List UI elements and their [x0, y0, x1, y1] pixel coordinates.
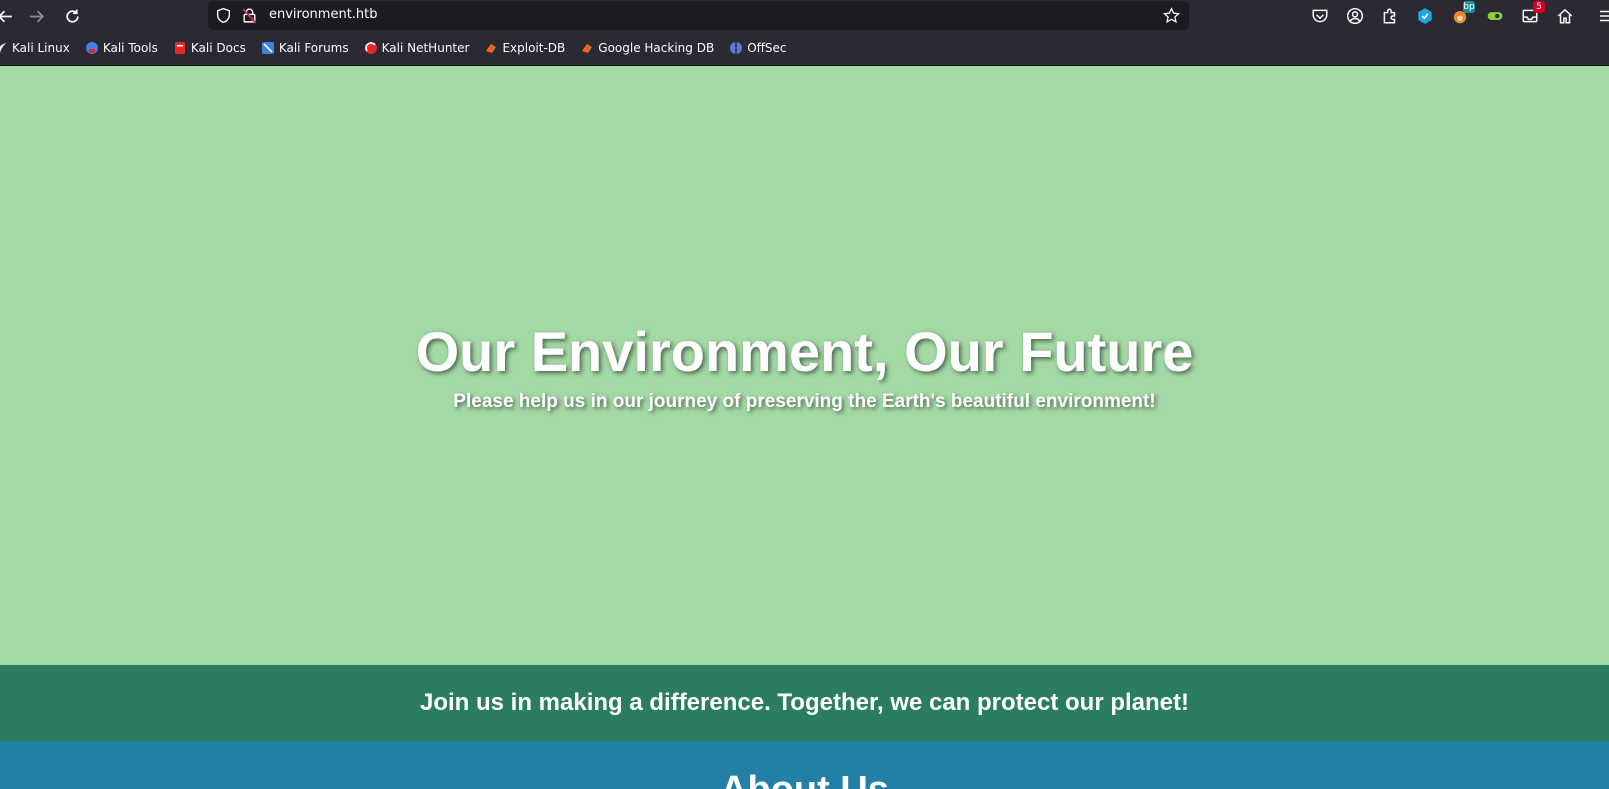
arrow-left-icon	[0, 10, 12, 22]
bookmark-label: Kali Tools	[102, 41, 158, 55]
shield-icon[interactable]	[215, 7, 232, 24]
bp-badge: bp	[1463, 1, 1475, 13]
bookmark-google-hacking-db[interactable]: Google Hacking DB	[580, 41, 714, 55]
puzzle-icon	[1383, 8, 1396, 24]
kali-dragon-icon	[0, 43, 6, 53]
cookie-icon	[1487, 12, 1503, 20]
offsec-icon	[730, 42, 743, 54]
bookmark-label: OffSec	[747, 41, 787, 55]
reload-icon	[65, 9, 79, 23]
bookmark-kali-linux[interactable]: Kali Linux	[0, 41, 70, 55]
bookmark-kali-nethunter[interactable]: Kali NetHunter	[364, 41, 470, 55]
lock-insecure-icon[interactable]	[241, 7, 258, 24]
toolbar-extensions: bp 5	[1307, 1, 1609, 29]
home-button[interactable]	[1552, 3, 1578, 29]
kali-nethunter-icon	[364, 42, 377, 54]
extension-cookie-button[interactable]	[1482, 3, 1508, 29]
bookmarks-toolbar: Kali Linux Kali Tools Kali Docs Kali For…	[0, 31, 1609, 66]
menu-button[interactable]	[1587, 3, 1609, 29]
extensions-button[interactable]	[1377, 3, 1403, 29]
hero-subtitle: Please help us in our journey of preserv…	[453, 391, 1156, 413]
bookmark-label: Google Hacking DB	[598, 41, 715, 55]
kali-forums-icon	[261, 42, 274, 54]
about-section: About Us	[0, 741, 1609, 789]
hamburger-menu-icon	[1600, 10, 1609, 22]
exploit-db-icon	[486, 44, 497, 53]
extension-burp-button[interactable]: bp	[1447, 1, 1475, 29]
extension-inbox-button[interactable]: 5	[1517, 1, 1545, 29]
back-button[interactable]	[0, 3, 18, 29]
bookmark-kali-docs[interactable]: Kali Docs	[173, 41, 246, 55]
bookmark-label: Kali Forums	[278, 41, 349, 55]
browser-toolbar: environment.htb bp 5	[0, 0, 1609, 31]
account-icon	[1346, 7, 1364, 25]
pocket-icon	[1312, 9, 1328, 23]
pocket-button[interactable]	[1307, 3, 1333, 29]
bookmark-label: Exploit-DB	[502, 41, 566, 55]
bookmark-offsec[interactable]: OffSec	[729, 41, 787, 55]
account-button[interactable]	[1342, 3, 1368, 29]
hero-title: Our Environment, Our Future	[415, 319, 1194, 383]
kali-docs-icon	[174, 42, 185, 54]
extension-cube-button[interactable]	[1412, 3, 1438, 29]
reload-button[interactable]	[59, 3, 85, 29]
bookmark-label: Kali Docs	[190, 41, 246, 55]
cube-icon	[1418, 8, 1432, 24]
bookmark-label: Kali NetHunter	[381, 41, 470, 55]
bookmark-star-icon[interactable]	[1163, 7, 1180, 24]
url-bar[interactable]: environment.htb	[208, 1, 1189, 30]
arrow-right-icon	[29, 10, 44, 22]
kali-tools-icon	[85, 42, 98, 54]
bookmark-label: Kali Linux	[12, 41, 70, 55]
join-banner: Join us in making a difference. Together…	[0, 665, 1609, 741]
home-icon	[1557, 8, 1573, 24]
about-heading: About Us	[0, 741, 1609, 789]
notification-badge: 5	[1533, 1, 1545, 13]
hero-section: Our Environment, Our Future Please help …	[0, 66, 1609, 665]
join-banner-text: Join us in making a difference. Together…	[419, 689, 1190, 716]
bookmark-exploit-db[interactable]: Exploit-DB	[484, 41, 565, 55]
url-text[interactable]: environment.htb	[269, 7, 378, 22]
bookmark-kali-tools[interactable]: Kali Tools	[85, 41, 158, 55]
bookmark-kali-forums[interactable]: Kali Forums	[261, 41, 349, 55]
forward-button[interactable]	[23, 3, 49, 29]
ghdb-icon	[582, 44, 593, 53]
